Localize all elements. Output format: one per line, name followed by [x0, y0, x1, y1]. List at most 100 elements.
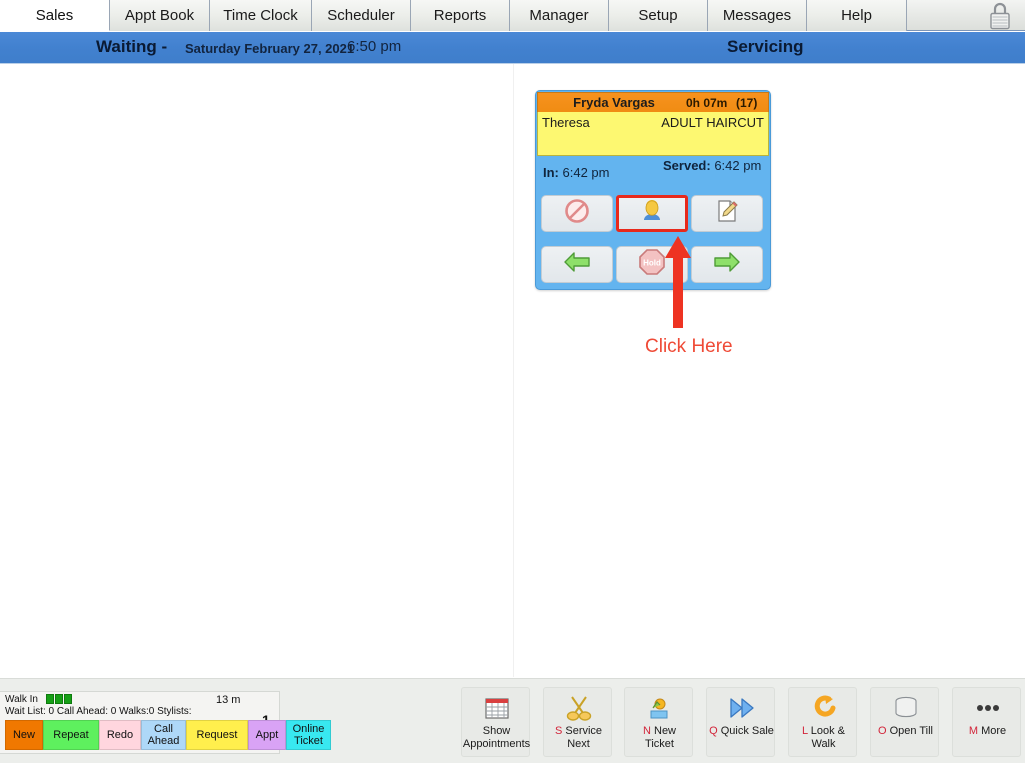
toolbar-button-label: N New Ticket: [625, 725, 694, 751]
legend-chip-redo: Redo: [99, 720, 141, 750]
in-label-text: In:: [543, 165, 559, 180]
calendar-icon: [462, 694, 531, 722]
tab-strip: Sales Appt Book Time Clock Scheduler Reports…: [0, 0, 907, 31]
check-in-time: In: 6:42 pm: [543, 165, 610, 180]
fast-forward-icon: [707, 694, 776, 722]
toolbar-label-line2: Appointments: [462, 738, 531, 750]
legend-chip-repeat: Repeat: [43, 720, 99, 750]
toolbar-button-label: Show Appointments: [462, 725, 531, 751]
elapsed-time: 0h 07m: [686, 96, 728, 110]
tab-messages[interactable]: Messages: [708, 0, 807, 31]
walk-in-label: Walk In: [5, 694, 38, 705]
walk-in-bar: [64, 694, 72, 704]
toolbar-button-more[interactable]: M More: [952, 687, 1021, 757]
tab-setup[interactable]: Setup: [609, 0, 708, 31]
stylist-name: Theresa: [542, 115, 590, 130]
toolbar-button-service-next[interactable]: S Service Next: [543, 687, 612, 757]
card-header: Fryda Vargas 0h 07m (17): [537, 92, 769, 112]
toolbar-button-label: L Look & Walk: [789, 725, 858, 751]
move-forward-button[interactable]: [691, 246, 763, 283]
legend-chip-call-ahead: Call Ahead: [141, 720, 186, 750]
served-time-value: 6:42 pm: [714, 158, 762, 173]
cash-drawer-icon: [871, 694, 940, 722]
tab-sales[interactable]: Sales: [0, 0, 110, 31]
click-here-annotation: Click Here: [645, 336, 733, 357]
toolbar-button-show-appointments[interactable]: Show Appointments: [461, 687, 530, 757]
status-header-bar: Waiting - Saturday February 27, 2021 6:5…: [0, 32, 1025, 64]
toolbar-button-label: M More: [953, 725, 1022, 738]
accelerator-key: O: [877, 725, 887, 737]
toolbar-label-line1: More: [981, 725, 1007, 737]
tab-reports[interactable]: Reports: [411, 0, 510, 31]
tab-scheduler[interactable]: Scheduler: [312, 0, 411, 31]
waiting-date: Saturday February 27, 2021: [185, 41, 355, 56]
pane-divider: [513, 64, 514, 677]
servicing-customer-card[interactable]: Fryda Vargas 0h 07m (17) Theresa ADULT H…: [535, 90, 771, 290]
legend-chip-new: New: [5, 720, 43, 750]
legend-chip-online-ticket: Online Ticket: [286, 720, 331, 750]
service-name: ADULT HAIRCUT: [661, 115, 764, 130]
queue-stats-row: Wait List: 0 Call Ahead: 0 Walks:0 Styli…: [5, 706, 192, 717]
accelerator-key: M: [968, 725, 979, 737]
toolbar-button-open-till[interactable]: O Open Till: [870, 687, 939, 757]
svg-text:Hold: Hold: [643, 259, 661, 268]
servicing-label: Servicing: [727, 37, 804, 56]
wait-minutes: 13 m: [216, 694, 241, 706]
hold-stop-icon: Hold: [638, 248, 666, 281]
tab-time-clock[interactable]: Time Clock: [210, 0, 312, 31]
toolbar-button-label: O Open Till: [871, 725, 940, 738]
toolbar-button-label: S Service Next: [544, 725, 613, 751]
walk-in-bar: [46, 694, 54, 704]
served-label-text: Served:: [663, 158, 711, 173]
tab-appt-book[interactable]: Appt Book: [110, 0, 210, 31]
card-times: In: 6:42 pm Served: 6:42 pm: [537, 156, 769, 191]
no-entry-icon: [564, 198, 590, 229]
ticket-number: (17): [736, 96, 758, 110]
right-arrow-icon: [712, 250, 742, 279]
card-service-body: Theresa ADULT HAIRCUT: [537, 112, 769, 156]
toolbar-label-line1: Service: [565, 725, 603, 737]
toolbar-button-new-ticket[interactable]: N New Ticket: [624, 687, 693, 757]
accelerator-key: Q: [709, 725, 718, 737]
accelerator-key: S: [554, 725, 563, 737]
queue-legend-panel: Walk In 13 m Wait List: 0 Call Ahead: 0 …: [0, 691, 331, 754]
edit-ticket-button[interactable]: [691, 195, 763, 232]
walk-in-bar: [55, 694, 63, 704]
waiting-time: 6:50 pm: [347, 38, 402, 55]
tab-manager[interactable]: Manager: [510, 0, 609, 31]
toolbar-label-line1: Open Till: [889, 725, 934, 737]
accelerator-key: N: [642, 725, 651, 737]
toolbar-label-line2: Walk: [811, 738, 836, 750]
person-icon: [640, 199, 664, 228]
toolbar-button-look-walk[interactable]: L Look & Walk: [788, 687, 857, 757]
legend-chip-request: Request: [186, 720, 248, 750]
loop-arrow-icon: [789, 694, 858, 722]
toolbar-label-line1: Quick Sale: [720, 725, 774, 737]
edit-document-icon: [714, 198, 740, 229]
left-arrow-icon: [562, 250, 592, 279]
toolbar-label-line1: Look &: [810, 725, 846, 737]
scissors-icon: [544, 694, 613, 722]
cancel-ticket-button[interactable]: [541, 195, 613, 232]
tab-help[interactable]: Help: [807, 0, 907, 31]
toolbar-button-quick-sale[interactable]: Q Quick Sale: [706, 687, 775, 757]
click-here-arrow-icon: [663, 236, 693, 328]
toolbar-label-line2: Next: [567, 738, 590, 750]
toolbar-button-label: Q Quick Sale: [707, 725, 776, 738]
customer-name: Fryda Vargas: [573, 95, 655, 110]
toolbar-label-line1: Show: [482, 725, 511, 737]
in-time-value: 6:42 pm: [562, 165, 610, 180]
legend-chip-appt: Appt: [248, 720, 286, 750]
padlock-icon[interactable]: [983, 1, 1017, 31]
legend-chip-row: New Repeat Redo Call Ahead Request Appt Online…: [5, 720, 331, 750]
ellipsis-icon: [953, 694, 1022, 722]
accelerator-key: L: [801, 725, 808, 737]
served-time: Served: 6:42 pm: [663, 158, 767, 174]
toolbar-label-line1: New: [654, 725, 677, 737]
main-tab-bar: Sales Appt Book Time Clock Scheduler Reports…: [0, 0, 1025, 31]
waiting-label: Waiting -: [96, 37, 168, 56]
customer-info-button[interactable]: [616, 195, 688, 232]
move-back-button[interactable]: [541, 246, 613, 283]
toolbar-label-line2: Ticket: [645, 738, 674, 750]
new-ticket-icon: [625, 694, 694, 722]
